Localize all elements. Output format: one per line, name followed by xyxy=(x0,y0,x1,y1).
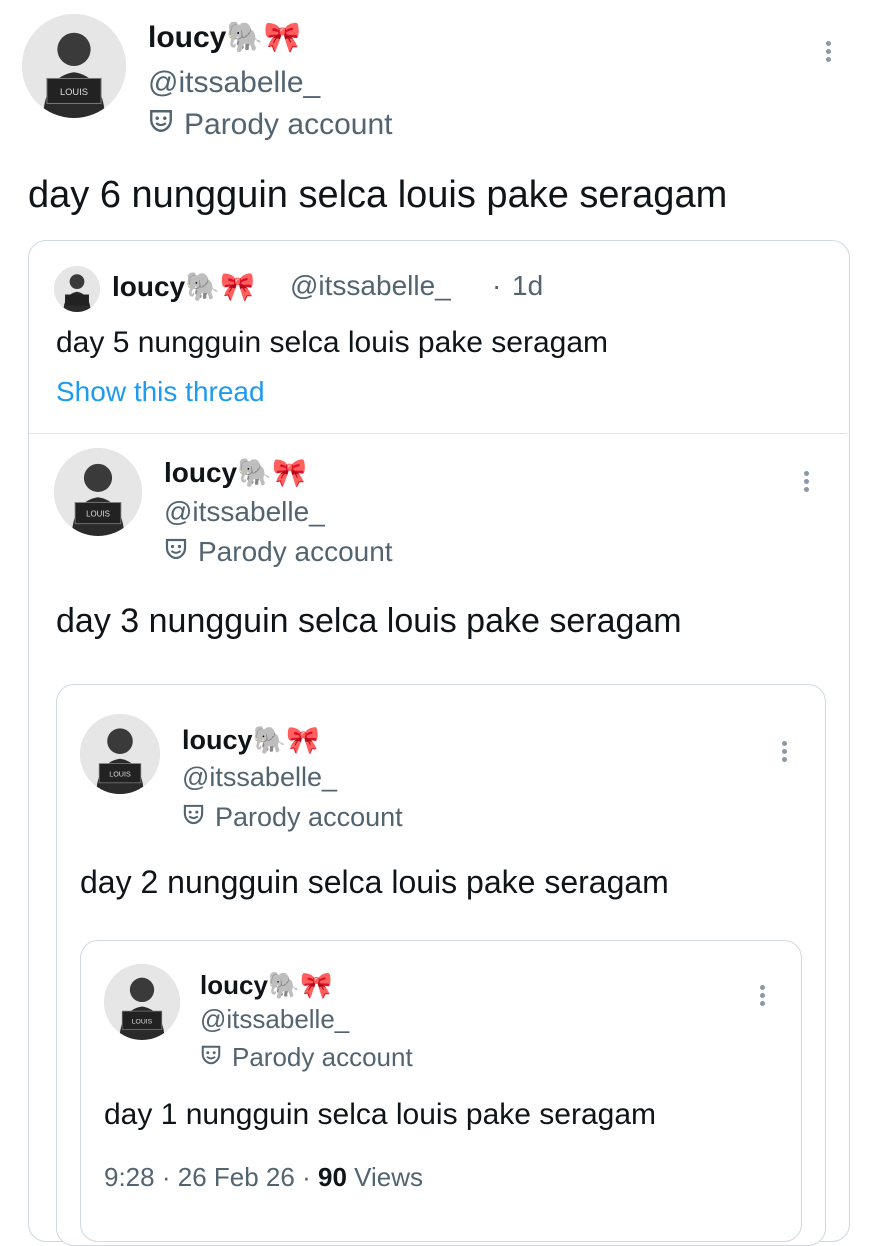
parody-text: Parody account xyxy=(184,108,393,141)
svg-text:LOUIS: LOUIS xyxy=(60,87,88,97)
tweet-text: day 6 nungguin selca louis pake seragam xyxy=(28,174,728,216)
author-name[interactable]: loucy🐘🎀 xyxy=(164,456,307,489)
views-count: 90 xyxy=(317,1162,347,1192)
parody-text: Parody account xyxy=(198,536,393,567)
avatar-photo: LOUIS xyxy=(22,14,126,118)
author-name[interactable]: loucy🐘🎀 xyxy=(148,20,301,55)
svg-text:LOUIS: LOUIS xyxy=(109,769,131,778)
author-name[interactable]: loucy🐘🎀 xyxy=(182,724,320,756)
quote-card[interactable] xyxy=(80,940,802,1242)
more-options-icon[interactable] xyxy=(826,38,831,65)
tweet-text: day 1 nungguin selca louis pake seragam xyxy=(104,1098,657,1131)
svg-text:LOUIS: LOUIS xyxy=(86,510,110,519)
avatar[interactable]: LOUIS xyxy=(54,448,142,536)
svg-text:LOUIS: LOUIS xyxy=(132,1018,153,1025)
author-handle[interactable]: @itssabelle_ xyxy=(182,762,337,793)
more-options-icon[interactable] xyxy=(782,738,787,765)
divider xyxy=(29,433,847,434)
meta-date[interactable]: 26 Feb 26 xyxy=(178,1162,295,1192)
theater-mask-icon xyxy=(148,108,174,142)
author-handle[interactable]: @itssabelle_ xyxy=(164,496,325,528)
parody-label: Parody account xyxy=(148,108,392,142)
author-name[interactable]: loucy🐘🎀 xyxy=(200,970,333,1001)
theater-mask-icon xyxy=(182,802,205,833)
parody-label: Parody account xyxy=(200,1042,413,1073)
show-thread-link[interactable]: Show this thread xyxy=(56,376,265,408)
avatar[interactable] xyxy=(54,266,100,312)
separator-dot: · xyxy=(302,1162,311,1192)
avatar[interactable]: LOUIS xyxy=(22,14,126,118)
separator-dot: · xyxy=(492,270,502,301)
tweet-text: day 2 nungguin selca louis pake seragam xyxy=(80,864,669,900)
avatar[interactable]: LOUIS xyxy=(104,964,180,1040)
more-options-icon[interactable] xyxy=(760,982,765,1009)
tweet-meta: 9:28 · 26 Feb 26 · 90 Views xyxy=(104,1162,423,1193)
author-handle[interactable]: @itssabelle_ xyxy=(148,66,320,100)
avatar-photo: LOUIS xyxy=(104,964,180,1040)
quote-timestamp[interactable]: 1d xyxy=(512,270,543,302)
separator-dot: · xyxy=(161,1162,171,1192)
avatar-photo xyxy=(54,266,100,312)
parody-label: Parody account xyxy=(182,802,403,833)
quote-text: day 5 nungguin selca louis pake seragam xyxy=(56,326,609,359)
meta-time[interactable]: 9:28 xyxy=(104,1162,155,1192)
tweet-text: day 3 nungguin selca louis pake seragam xyxy=(56,602,682,640)
avatar-photo: LOUIS xyxy=(54,448,142,536)
avatar[interactable]: LOUIS xyxy=(80,714,160,794)
theater-mask-icon xyxy=(164,536,188,568)
parody-text: Parody account xyxy=(215,802,403,832)
avatar-photo: LOUIS xyxy=(80,714,160,794)
theater-mask-icon xyxy=(200,1042,222,1073)
parody-label: Parody account xyxy=(164,536,393,568)
parody-text: Parody account xyxy=(232,1042,413,1072)
author-handle[interactable]: @itssabelle_ xyxy=(200,1004,349,1035)
views-label: Views xyxy=(354,1162,424,1192)
quote-author-handle[interactable]: @itssabelle_ xyxy=(290,270,451,302)
more-options-icon[interactable] xyxy=(804,468,809,495)
quote-author-name[interactable]: loucy🐘🎀 xyxy=(112,270,255,303)
